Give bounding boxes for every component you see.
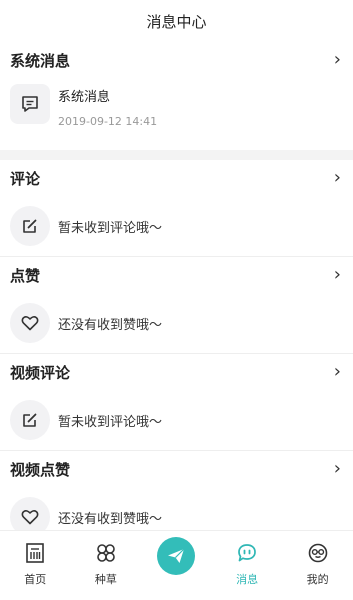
section-system-messages: 系统消息 › 系统消息 2019-09-12 14:41 — [0, 42, 353, 150]
section-header-comments[interactable]: 评论 › — [10, 160, 343, 196]
tab-grass-label: 种草 — [94, 573, 117, 586]
section-title-system: 系统消息 — [10, 51, 71, 70]
section-likes: 点赞 › 还没有收到赞哦～ — [0, 257, 353, 353]
section-header-video-comments[interactable]: 视频评论 › — [10, 354, 343, 390]
tab-home[interactable]: 首页 — [0, 531, 71, 587]
section-divider — [0, 150, 353, 160]
bottom-tab-bar: 首页 种草 消息 我的 — [0, 530, 353, 600]
page-title: 消息中心 — [146, 12, 207, 31]
chevron-right-icon[interactable]: › — [334, 363, 341, 381]
home-icon — [25, 541, 45, 565]
clover-icon — [95, 541, 117, 565]
message-center-page: 消息中心 系统消息 › 系统消息 2019-09-12 14:41 评论 › 暂… — [0, 0, 353, 600]
face-glasses-icon — [307, 541, 329, 565]
section-video-comments: 视频评论 › 暂未收到评论哦～ — [0, 354, 353, 450]
chevron-right-icon[interactable]: › — [334, 51, 341, 69]
system-message-title: 系统消息 — [58, 90, 111, 105]
edit-icon — [10, 206, 50, 246]
tab-messages-label: 消息 — [236, 573, 259, 586]
video-comments-empty-row: 暂未收到评论哦～ — [10, 390, 343, 450]
likes-empty-text: 还没有收到赞哦～ — [58, 317, 163, 333]
send-plane-icon[interactable] — [157, 537, 196, 575]
system-message-item[interactable]: 系统消息 2019-09-12 14:41 — [10, 78, 343, 150]
chevron-right-icon[interactable]: › — [334, 169, 341, 187]
system-message-time: 2019-09-12 14:41 — [58, 115, 158, 128]
video-comments-empty-text: 暂未收到评论哦～ — [58, 414, 163, 430]
section-header-system[interactable]: 系统消息 › — [10, 42, 343, 78]
section-header-likes[interactable]: 点赞 › — [10, 257, 343, 293]
section-header-video-likes[interactable]: 视频点赞 › — [10, 451, 343, 487]
tab-messages[interactable]: 消息 — [212, 531, 283, 587]
comments-empty-text: 暂未收到评论哦～ — [58, 220, 163, 236]
section-title-comments: 评论 — [10, 169, 41, 188]
top-bar: 消息中心 — [0, 0, 353, 42]
section-title-video-comments: 视频评论 — [10, 363, 71, 382]
section-title-likes: 点赞 — [10, 266, 41, 285]
tab-grass[interactable]: 种草 — [71, 531, 142, 587]
heart-icon — [10, 303, 50, 343]
chat-bubble-icon — [236, 541, 258, 565]
section-comments: 评论 › 暂未收到评论哦～ — [0, 160, 353, 256]
section-title-video-likes: 视频点赞 — [10, 460, 71, 479]
video-likes-empty-text: 还没有收到赞哦～ — [58, 511, 163, 527]
chevron-right-icon[interactable]: › — [334, 266, 341, 284]
comments-empty-row: 暂未收到评论哦～ — [10, 196, 343, 256]
edit-icon — [10, 400, 50, 440]
message-icon — [10, 84, 50, 124]
tab-mine[interactable]: 我的 — [282, 531, 353, 587]
tab-mine-label: 我的 — [306, 573, 329, 586]
tab-publish[interactable] — [141, 531, 212, 575]
chevron-right-icon[interactable]: › — [334, 460, 341, 478]
likes-empty-row: 还没有收到赞哦～ — [10, 293, 343, 353]
tab-home-label: 首页 — [24, 573, 47, 586]
